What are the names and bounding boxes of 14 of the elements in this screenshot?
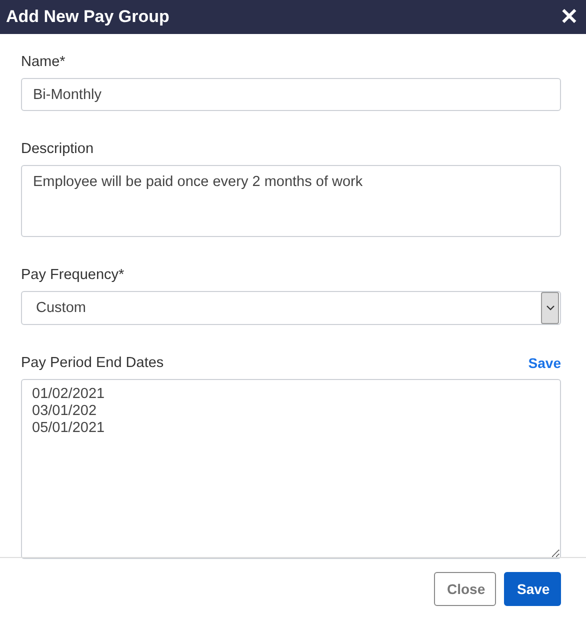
field-label: Description (21, 141, 94, 157)
caret-icon[interactable] (541, 292, 559, 324)
description-field[interactable]: Employee will be paid once every 2 months of work (21, 165, 561, 237)
name-input-field[interactable]: Bi-Monthly (21, 78, 561, 111)
save-link[interactable]: Save (528, 355, 561, 371)
field-label: Pay Period End Dates (21, 355, 164, 371)
close-button[interactable]: ✕ (560, 6, 578, 28)
frequency-dropdown[interactable]: Custom (21, 291, 561, 325)
field-label: Name* (21, 54, 66, 70)
field-label: Pay Frequency* (21, 267, 124, 283)
save-button[interactable]: Save (504, 572, 561, 606)
end-dates-field[interactable]: 01/02/2021 03/01/202 05/01/2021 (21, 379, 561, 559)
dialog-title: Add New Pay Group (6, 7, 170, 27)
close-button[interactable]: Close (434, 572, 496, 606)
